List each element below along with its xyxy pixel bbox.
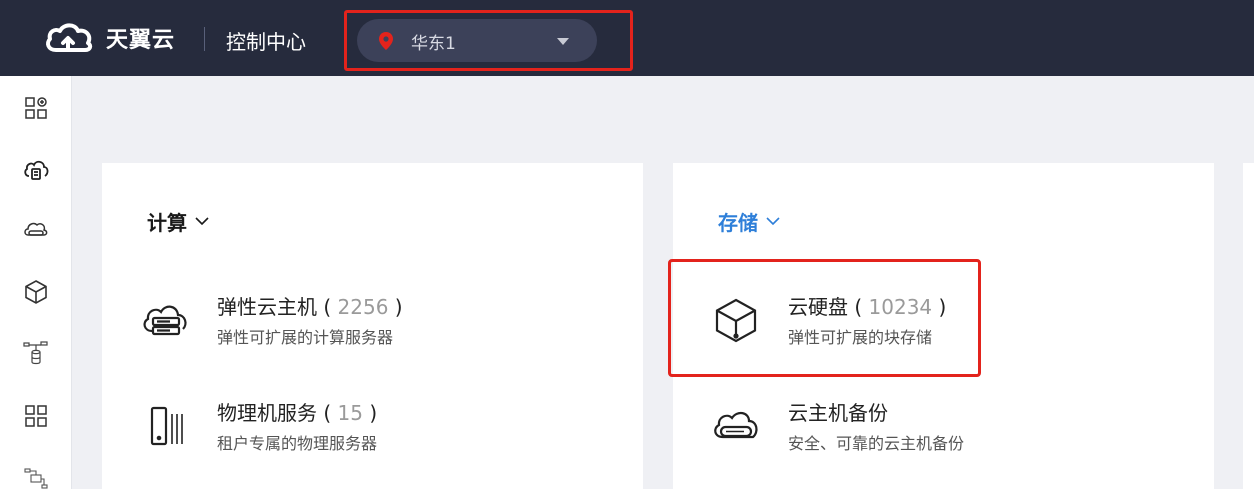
storage-section-title: 存储	[718, 211, 758, 235]
region-highlight-box: 华东1	[344, 10, 633, 71]
apps-grid-icon	[25, 97, 47, 119]
network-icon	[24, 468, 48, 489]
resource-count: 2256	[337, 295, 389, 319]
cloud-logo-icon	[46, 23, 93, 52]
service-description: 弹性可扩展的计算服务器	[217, 328, 394, 347]
sidebar-item-network[interactable]	[22, 464, 50, 489]
list-item-physical-server[interactable]: 物理机服务 ( 15 ) 租户专属的物理服务器	[140, 393, 600, 463]
cloud-backup-icon-graphic	[714, 411, 758, 439]
compute-section-header[interactable]: 计算	[147, 207, 209, 236]
storage-section-header[interactable]: 存储	[718, 207, 780, 236]
brand-name: 天翼云	[106, 28, 176, 53]
list-item-elastic-cloud-server[interactable]: 弹性云主机 ( 2256 ) 弹性可扩展的计算服务器	[140, 287, 600, 357]
header-divider	[204, 27, 205, 51]
location-pin-icon	[379, 32, 393, 50]
item-title: 弹性云主机 ( 2256 )	[217, 295, 403, 319]
top-navigation-bar: 天翼云 控制中心 华东1	[0, 0, 1254, 76]
sidebar-item-storage[interactable]	[22, 216, 50, 244]
database-network-icon	[23, 341, 48, 365]
cube-icon	[25, 280, 47, 304]
cloud-disk-icon	[24, 222, 48, 236]
compute-section-title: 计算	[147, 211, 187, 235]
sidebar-item-database[interactable]	[22, 340, 50, 368]
chevron-down-icon	[557, 38, 569, 45]
sidebar-item-cube[interactable]	[22, 278, 50, 306]
cloud-server-icon	[140, 297, 190, 343]
sidebar-item-compute[interactable]	[22, 156, 50, 184]
chevron-down-icon	[195, 217, 209, 226]
next-section-card-edge	[1243, 163, 1254, 489]
cloud-server-icon	[24, 160, 49, 180]
console-title: 控制中心	[226, 30, 306, 54]
list-item-cloud-backup[interactable]: 云主机备份 安全、可靠的云主机备份	[711, 393, 1171, 463]
brand-logo[interactable]: 天翼云	[44, 22, 175, 54]
chevron-down-icon	[766, 217, 780, 226]
cloud-backup-icon	[711, 403, 761, 449]
service-description: 租户专属的物理服务器	[217, 434, 378, 453]
sidebar	[0, 76, 72, 489]
compute-section-card: 计算 弹性云主机 ( 2256 ) 弹性可扩展的计算服务器 物理机服务 (15…	[102, 163, 643, 489]
cloud-server-icon-graphic	[143, 305, 187, 336]
service-name: 云主机备份	[788, 401, 888, 425]
physical-server-icon-graphic	[150, 406, 183, 446]
region-selector[interactable]: 华东1	[357, 19, 597, 62]
physical-server-icon	[140, 403, 190, 449]
sidebar-item-overview[interactable]	[22, 94, 50, 122]
service-description: 安全、可靠的云主机备份	[788, 434, 965, 453]
sidebar-item-grid[interactable]	[22, 402, 50, 430]
grid-icon	[25, 405, 47, 427]
region-label: 华东1	[411, 34, 456, 54]
resource-count: 15	[337, 401, 363, 425]
cloud-disk-highlight-box	[668, 259, 981, 377]
service-name: 弹性云主机	[217, 295, 317, 319]
item-title: 物理机服务 ( 15 )	[217, 401, 378, 425]
service-name: 物理机服务	[217, 401, 317, 425]
